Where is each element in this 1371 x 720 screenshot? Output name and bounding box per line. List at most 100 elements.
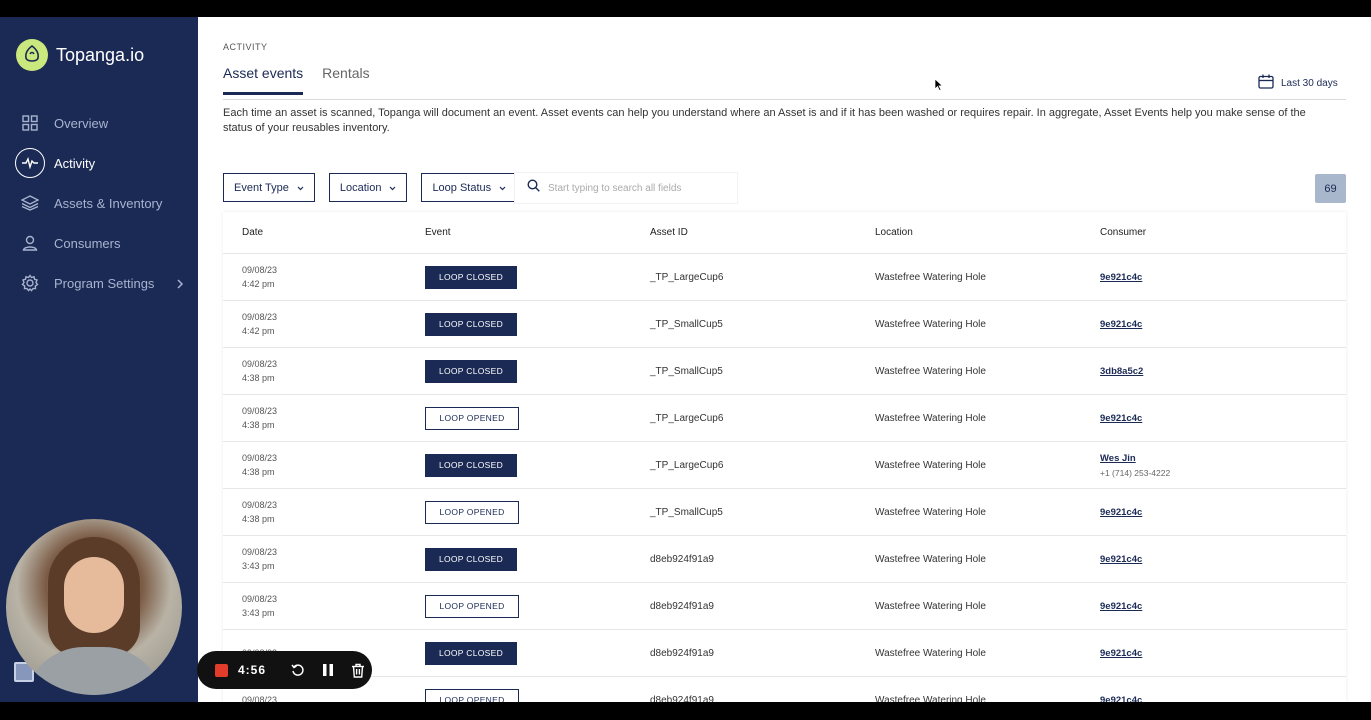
location-cell: Wastefree Watering Hole (875, 600, 986, 612)
date-cell: 09/08/23 4:38 pm (223, 404, 425, 432)
sidebar-item-consumers[interactable]: Consumers (0, 223, 198, 263)
table-row[interactable]: 09/08/23 3:43 pm LOOP CLOSED d8eb924f91a9 Wa… (223, 536, 1346, 583)
consumer-link[interactable]: 9e921c4c (1100, 507, 1346, 518)
event-cell: LOOP CLOSED (425, 547, 650, 571)
app-frame: Topanga.io Overview Activity Assets & In… (0, 17, 1371, 702)
search-icon (527, 179, 540, 197)
consumer-cell: Wes Jin +1 (714) 253-4222 (1100, 453, 1346, 478)
recording-timer: 4:56 (238, 663, 267, 677)
table-row[interactable]: 09/08/23 LOOP OPENED d8eb924f91a9 Wastefree… (223, 677, 1346, 702)
location-cell: Wastefree Watering Hole (875, 318, 986, 330)
tab-rentals[interactable]: Rentals (322, 65, 369, 95)
filter-label: Location (339, 181, 382, 194)
consumer-link[interactable]: 9e921c4c (1100, 554, 1346, 565)
event-status-badge[interactable]: LOOP OPENED (425, 406, 519, 430)
sidebar-item-activity[interactable]: Activity (0, 143, 198, 183)
consumer-link[interactable]: Wes Jin (1100, 453, 1346, 464)
table-row[interactable]: 09/08/23 4:38 pm LOOP OPENED _TP_LargeCup6 W… (223, 395, 1346, 442)
sidebar-item-assets-inventory[interactable]: Assets & Inventory (0, 183, 198, 223)
table-row[interactable]: 09/08/23LOOP CLOSEDd8eb924f91a9Wastefree… (223, 630, 1346, 677)
consumer-link[interactable]: 9e921c4c (1100, 319, 1346, 330)
date-cell: 09/08/23 4:38 pm (223, 498, 425, 526)
topanga-logo-icon (16, 39, 48, 71)
table-row[interactable]: 09/08/23 4:38 pm LOOP CLOSED _TP_LargeCup6 W… (223, 442, 1346, 489)
date-cell: 09/08/23 4:42 pm (223, 310, 425, 338)
trash-icon[interactable] (348, 660, 368, 680)
event-time: 4:38 pm (242, 514, 275, 524)
asset-id-cell: d8eb924f91a9 (650, 553, 714, 565)
search-input[interactable] (548, 182, 728, 194)
tab-asset-events[interactable]: Asset events (223, 65, 304, 95)
webcam-shirt (24, 647, 164, 695)
event-status-badge[interactable]: LOOP CLOSED (425, 547, 517, 571)
event-type-filter[interactable]: Event Type (223, 173, 315, 202)
chevron-right-icon (176, 276, 184, 294)
table-row[interactable]: 09/08/23 4:38 pm LOOP OPENED _TP_SmallCup5 W… (223, 489, 1346, 536)
location-cell: Wastefree Watering Hole (875, 506, 986, 518)
event-cell: LOOP OPENED (425, 688, 650, 702)
consumer-cell: 9e921c4c (1100, 413, 1346, 424)
column-header-event[interactable]: Event (425, 227, 650, 238)
sidebar-item-label: Overview (54, 115, 109, 131)
table-row[interactable]: 09/08/23 3:43 pm LOOP OPENED d8eb924f91a9 Wa… (223, 583, 1346, 630)
table-row[interactable]: 09/08/23 4:42 pm LOOP CLOSED _TP_LargeCup6 W… (223, 254, 1346, 301)
consumer-link[interactable]: 9e921c4c (1100, 695, 1346, 703)
consumer-link[interactable]: 9e921c4c (1100, 601, 1346, 612)
event-date: 09/08/23 (242, 547, 278, 557)
event-cell: LOOP OPENED (425, 594, 650, 618)
event-status-badge[interactable]: LOOP OPENED (425, 500, 519, 524)
section-label: ACTIVITY (223, 42, 268, 52)
event-status-badge[interactable]: LOOP CLOSED (425, 359, 517, 383)
search-box (515, 173, 737, 203)
event-time: 3:43 pm (242, 608, 275, 618)
location-cell: Wastefree Watering Hole (875, 365, 986, 377)
column-header-asset-id[interactable]: Asset ID (650, 227, 875, 238)
filter-bar: Event Type Location Loop Status (223, 173, 518, 202)
location-cell: Wastefree Watering Hole (875, 553, 986, 565)
consumer-link[interactable]: 9e921c4c (1100, 272, 1346, 283)
column-header-location[interactable]: Location (875, 227, 1100, 238)
column-header-consumer[interactable]: Consumer (1100, 227, 1346, 238)
event-status-badge[interactable]: LOOP OPENED (425, 594, 519, 618)
event-status-badge[interactable]: LOOP OPENED (425, 688, 519, 702)
sidebar-item-program-settings[interactable]: Program Settings (0, 263, 198, 303)
column-header-date[interactable]: Date (223, 227, 425, 238)
date-cell: 09/08/23 4:42 pm (223, 263, 425, 291)
consumer-link[interactable]: 3db8a5c2 (1100, 366, 1346, 377)
stop-recording-button[interactable] (215, 663, 228, 677)
table-body: 09/08/23 4:42 pm LOOP CLOSED _TP_LargeCup6 W… (223, 254, 1346, 702)
event-cell: LOOP CLOSED (425, 265, 650, 289)
consumer-cell: 9e921c4c (1100, 648, 1346, 659)
event-status-badge[interactable]: LOOP CLOSED (425, 453, 517, 477)
sidebar-item-label: Activity (54, 155, 96, 171)
event-status-badge[interactable]: LOOP CLOSED (425, 312, 517, 336)
sidebar-item-label: Program Settings (54, 275, 155, 291)
restart-icon[interactable] (288, 660, 308, 680)
brand-name: Topanga.io (56, 44, 145, 65)
location-filter[interactable]: Location (328, 173, 408, 202)
date-range-picker[interactable]: Last 30 days (1258, 74, 1338, 92)
event-time: 4:38 pm (242, 420, 275, 430)
event-cell: LOOP OPENED (425, 500, 650, 524)
asset-id-cell: _TP_SmallCup5 (650, 506, 723, 518)
webcam-preview[interactable] (6, 519, 182, 695)
sidebar-item-overview[interactable]: Overview (0, 103, 198, 143)
loop-status-filter[interactable]: Loop Status (421, 173, 518, 202)
event-time: 4:38 pm (242, 373, 275, 383)
consumer-link[interactable]: 9e921c4c (1100, 648, 1346, 659)
layers-icon (20, 193, 40, 213)
location-cell: Wastefree Watering Hole (875, 694, 986, 703)
pause-icon[interactable] (318, 660, 338, 680)
consumer-cell: 9e921c4c (1100, 507, 1346, 518)
sidebar-nav: Overview Activity Assets & Inventory Con… (0, 103, 198, 303)
table-row[interactable]: 09/08/23 4:38 pm LOOP CLOSED _TP_SmallCup5 W… (223, 348, 1346, 395)
event-cell: LOOP CLOSED (425, 359, 650, 383)
consumer-link[interactable]: 9e921c4c (1100, 413, 1346, 424)
mouse-cursor-icon (934, 78, 944, 96)
table-row[interactable]: 09/08/23 4:42 pm LOOP CLOSED _TP_SmallCup5 W… (223, 301, 1346, 348)
date-cell: 09/08/23 (223, 693, 425, 702)
event-status-badge[interactable]: LOOP CLOSED (425, 641, 517, 665)
brand[interactable]: Topanga.io (16, 39, 144, 71)
event-status-badge[interactable]: LOOP CLOSED (425, 265, 517, 289)
location-cell: Wastefree Watering Hole (875, 647, 986, 659)
